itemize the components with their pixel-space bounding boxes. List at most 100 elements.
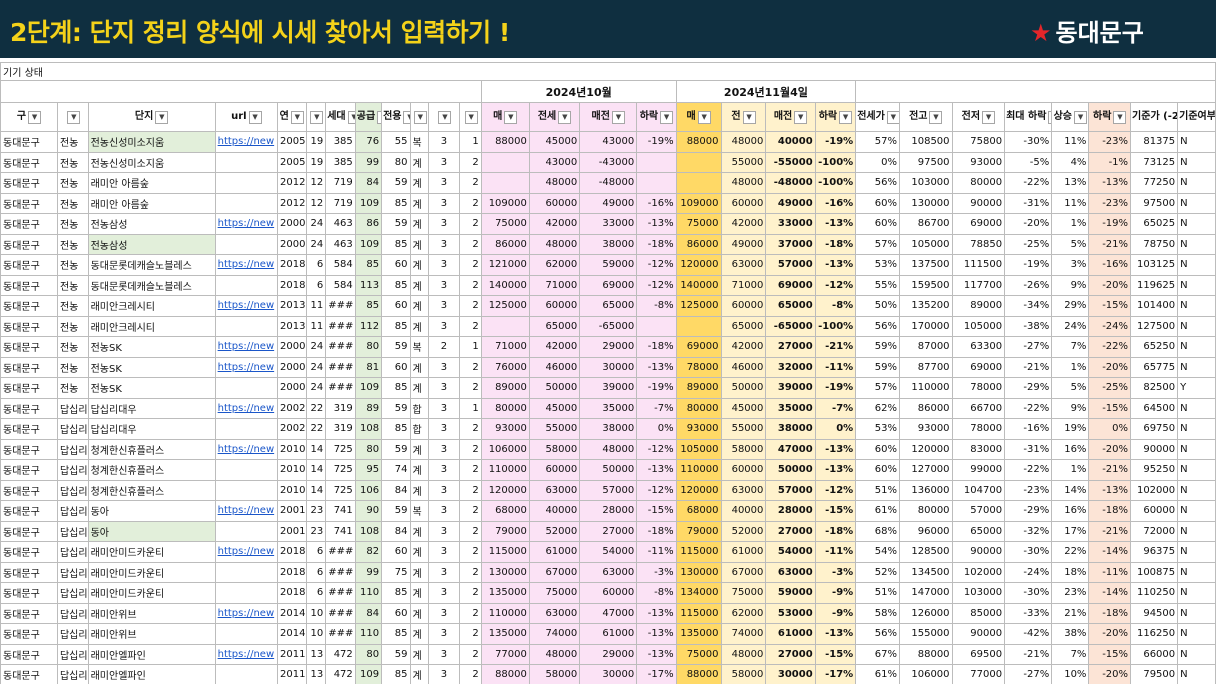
filter-dropdown-icon[interactable]: ▼	[1074, 110, 1088, 124]
cell-url[interactable]: https://new	[214, 254, 279, 276]
filter-dropdown-icon[interactable]: ▼	[504, 110, 518, 124]
cell-url[interactable]: https://new	[214, 295, 279, 317]
cell-rooms: 3	[428, 582, 460, 604]
filter-dropdown-icon[interactable]: ▼	[310, 110, 324, 124]
cell-nov-drop: 0%	[814, 418, 857, 440]
filter-dropdown-icon[interactable]: ▼	[660, 110, 674, 124]
column-header-dong: ▼	[56, 102, 89, 132]
cell-oct-jeonse: 75000	[528, 582, 581, 604]
column-header-label: url	[231, 111, 247, 122]
table-row: 동대문구 답십리 래미안미드카운티 https://new 2018 6 ### 82 60 계 3…	[0, 541, 1216, 563]
cell-type: 합	[409, 418, 430, 440]
cell-low-price: 83000	[951, 438, 1006, 460]
cell-low-price: 93000	[951, 151, 1006, 173]
cell-url[interactable]: https://new	[214, 356, 279, 378]
filter-dropdown-icon[interactable]: ▼	[413, 110, 427, 124]
cell-danji: 래미안미드카운티	[87, 561, 216, 583]
cell-type: 복	[409, 336, 430, 358]
filter-dropdown-icon[interactable]: ▼	[886, 110, 899, 124]
cell-exclusive-area: 85	[381, 274, 411, 296]
cell-drop: -20%	[1088, 438, 1132, 460]
cell-base-price: 127500	[1130, 315, 1179, 337]
cell-households: 472	[325, 643, 356, 665]
cell-url[interactable]: https://new	[214, 397, 279, 419]
period-november: 2024년11월4일	[675, 80, 857, 103]
filter-dropdown-icon[interactable]: ▼	[929, 110, 943, 124]
cell-oct-jeonse: 55000	[528, 418, 581, 440]
cell-url[interactable]: https://new	[214, 541, 279, 563]
cell-base-price: 95250	[1130, 459, 1179, 481]
cell-dong: 답십리	[56, 397, 89, 419]
cell-drop: -1%	[1088, 151, 1132, 173]
cell-url[interactable]: https://new	[214, 602, 279, 624]
cell-dong: 답십리	[56, 459, 89, 481]
cell-low-price: 57000	[951, 500, 1006, 522]
cell-nov-sale: 75000	[675, 213, 722, 235]
cell-low-price: 90000	[951, 623, 1006, 645]
cell-supply-area: 80	[354, 643, 383, 665]
filter-dropdown-icon[interactable]: ▼	[794, 110, 808, 124]
cell-age: 13	[305, 664, 327, 684]
column-header-label: 전	[731, 111, 741, 122]
cell-url[interactable]: https://new	[214, 500, 279, 522]
cell-type: 계	[409, 295, 430, 317]
cell-jeonse-ratio: 59%	[855, 356, 900, 378]
cell-url[interactable]: https://new	[214, 438, 279, 460]
cell-base-flag: N	[1177, 582, 1216, 604]
filter-dropdown-icon[interactable]: ▼	[839, 110, 853, 124]
cell-type: 계	[409, 172, 430, 194]
cell-oct-drop: -18%	[636, 336, 677, 358]
cell-jeonse-ratio: 56%	[855, 623, 900, 645]
cell-nov-jeonse: 55000	[720, 418, 767, 440]
cell-url[interactable]: https://new	[214, 131, 279, 153]
cell-baths: 2	[458, 500, 482, 522]
cell-oct-gap: 33000	[579, 213, 638, 235]
cell-url[interactable]: https://new	[214, 336, 279, 358]
column-header-oct-sale: 매 ▼	[480, 102, 530, 132]
cell-peak-price: 88000	[898, 643, 953, 665]
column-header-label: 상승	[1053, 111, 1073, 122]
filter-dropdown-icon[interactable]: ▼	[464, 110, 478, 124]
table-row: 동대문구 전농 래미안크레시티 https://new 2013 11 ### 85 60 계 3 2…	[0, 295, 1216, 317]
cell-gu: 동대문구	[0, 172, 58, 194]
cell-oct-jeonse: 45000	[528, 131, 581, 153]
cell-dong: 전농	[56, 254, 89, 276]
cell-nov-jeonse: 63000	[720, 479, 767, 501]
cell-gu: 동대문구	[0, 459, 58, 481]
cell-baths: 2	[458, 254, 482, 276]
cell-baths: 2	[458, 459, 482, 481]
filter-dropdown-icon[interactable]: ▼	[155, 110, 169, 124]
filter-dropdown-icon[interactable]: ▼	[67, 110, 81, 124]
cell-drop: -13%	[1088, 172, 1132, 194]
cell-nov-gap: 39000	[765, 377, 816, 399]
cell-dong: 전농	[56, 151, 89, 173]
cell-year: 2005	[277, 151, 307, 173]
cell-oct-drop: -17%	[636, 664, 677, 684]
filter-dropdown-icon[interactable]: ▼	[982, 110, 996, 124]
cell-url[interactable]: https://new	[214, 643, 279, 665]
filter-dropdown-icon[interactable]: ▼	[742, 110, 756, 124]
cell-url	[214, 459, 279, 481]
cell-drop: -20%	[1088, 664, 1132, 684]
filter-dropdown-icon[interactable]: ▼	[28, 110, 42, 124]
filter-dropdown-icon[interactable]: ▼	[1113, 110, 1127, 124]
cell-nov-jeonse: 42000	[720, 336, 767, 358]
table-row: 동대문구 답십리 동아 https://new 2001 23 741 90 59 복 3 2 6800…	[0, 500, 1216, 522]
cell-age: 6	[305, 541, 327, 563]
filter-dropdown-icon[interactable]: ▼	[558, 110, 572, 124]
cell-url[interactable]: https://new	[214, 213, 279, 235]
cell-peak-price: 137500	[898, 254, 953, 276]
cell-baths: 2	[458, 315, 482, 337]
cell-households: ###	[325, 623, 356, 645]
filter-dropdown-icon[interactable]: ▼	[438, 110, 452, 124]
cell-nov-gap: -48000	[765, 172, 816, 194]
cell-oct-gap: -48000	[579, 172, 638, 194]
filter-dropdown-icon[interactable]: ▼	[248, 110, 262, 124]
filter-dropdown-icon[interactable]: ▼	[611, 110, 625, 124]
cell-nov-gap: 38000	[765, 418, 816, 440]
filter-dropdown-icon[interactable]: ▼	[697, 110, 711, 124]
cell-base-price: 96375	[1130, 541, 1179, 563]
filter-dropdown-icon[interactable]: ▼	[290, 110, 304, 124]
cell-oct-drop: -13%	[636, 459, 677, 481]
filter-dropdown-icon[interactable]: ▼	[347, 110, 355, 124]
